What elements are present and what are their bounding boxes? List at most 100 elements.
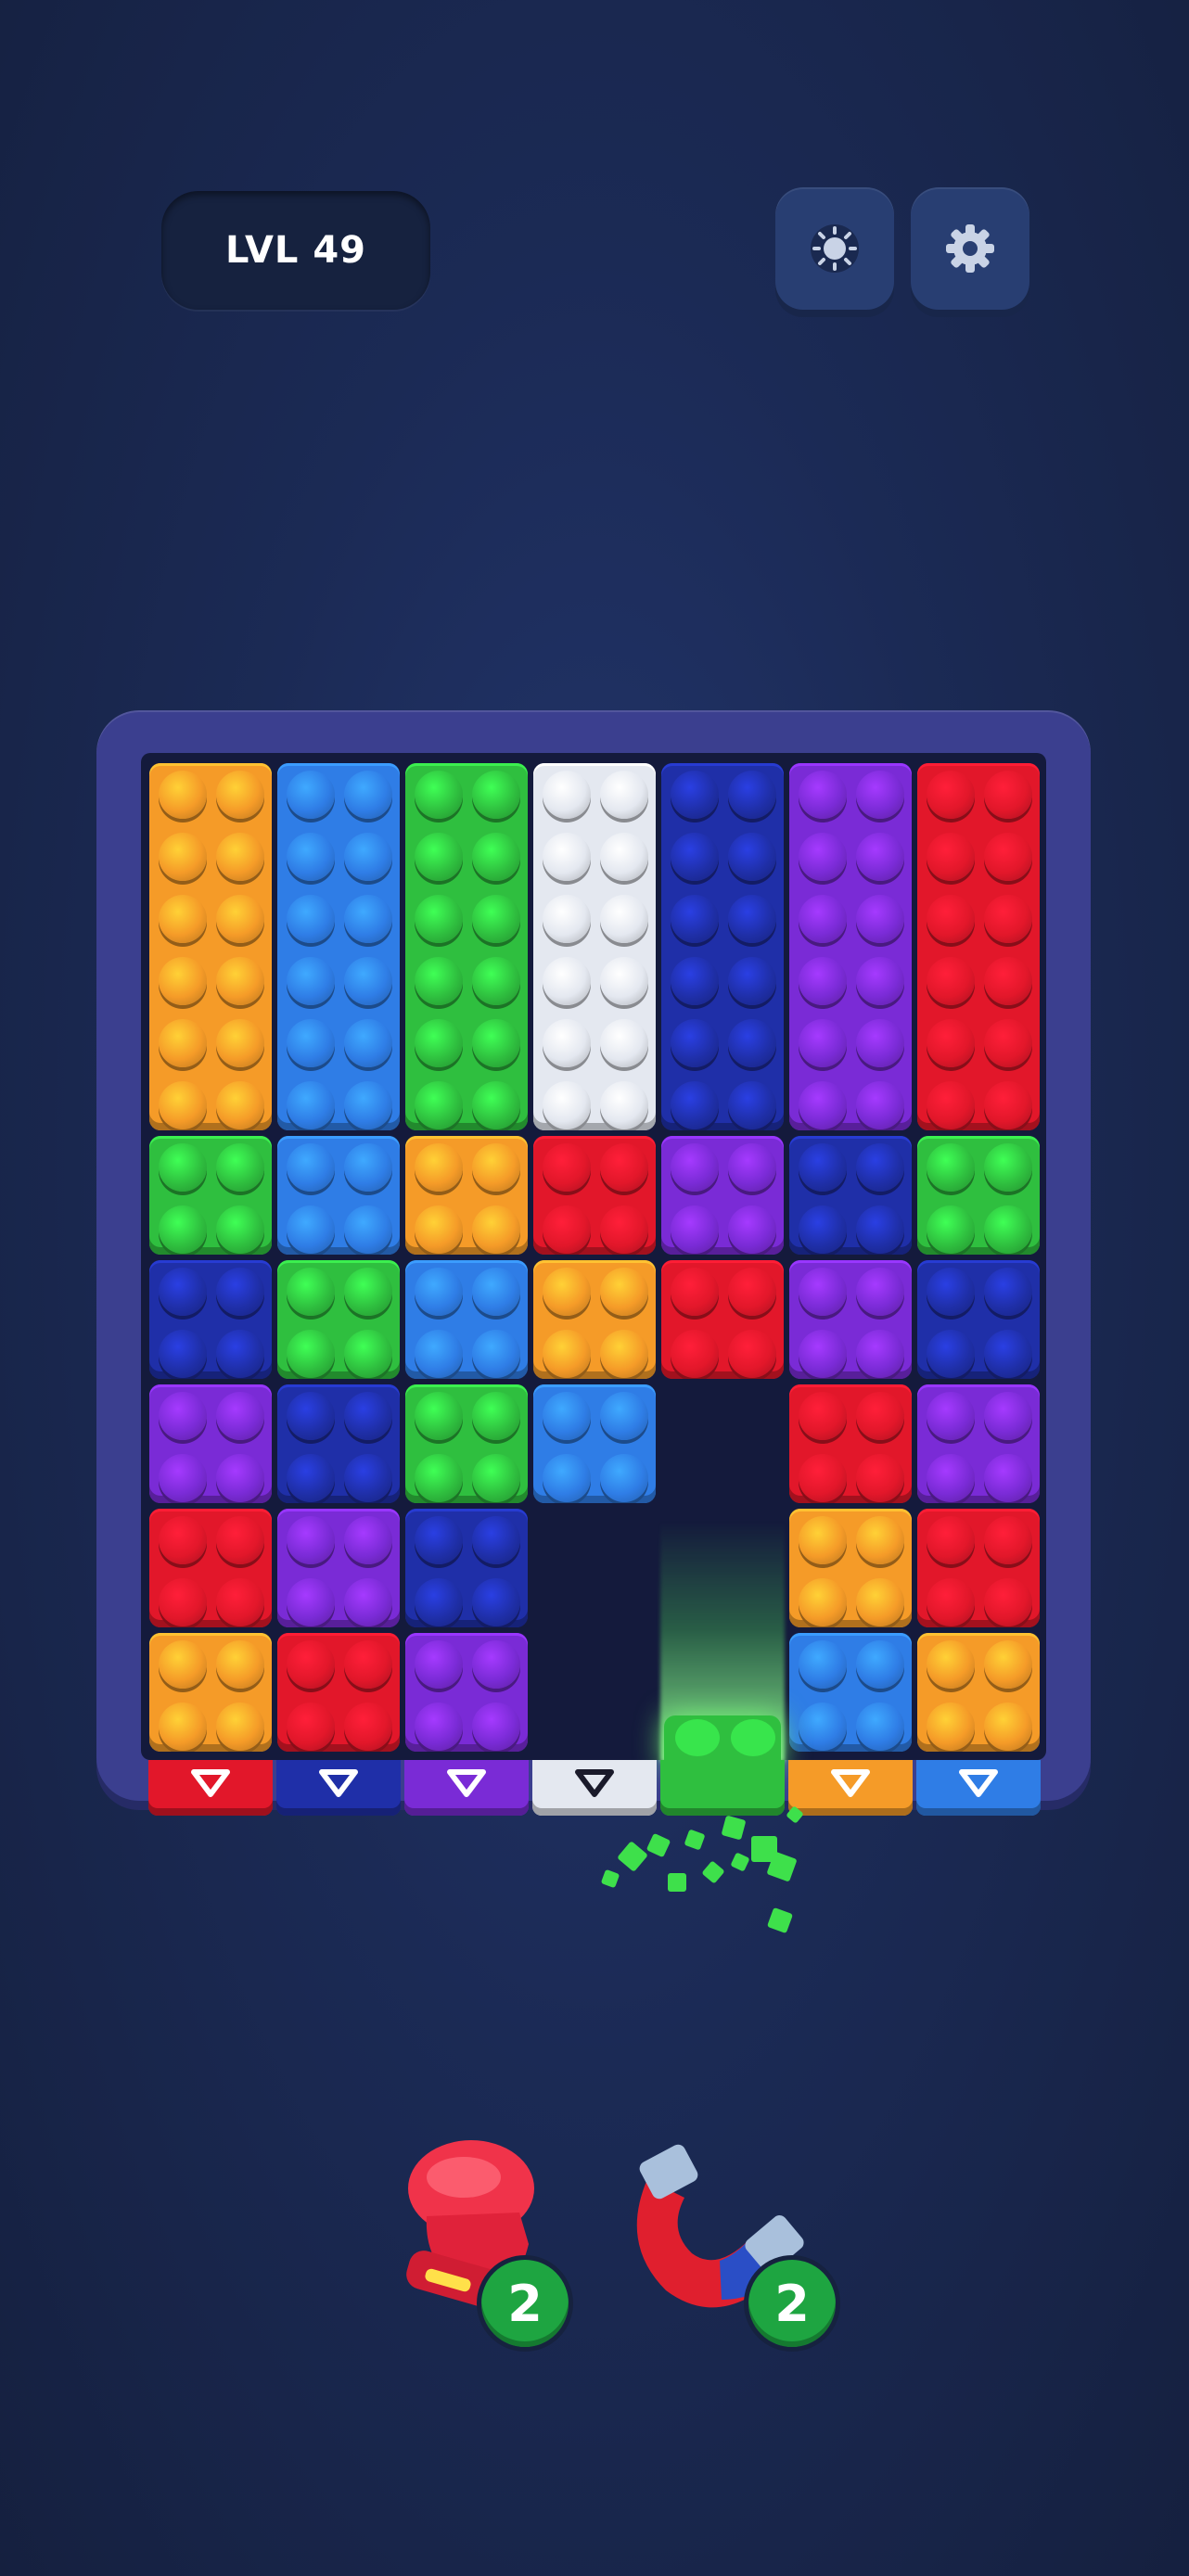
block-stud [799, 771, 847, 819]
block-navy[interactable] [661, 763, 784, 1130]
block-stud [799, 957, 847, 1005]
block-orange[interactable] [533, 1260, 656, 1379]
exit-gate-red [148, 1760, 273, 1816]
block-purple[interactable] [917, 1384, 1040, 1503]
block-stud [984, 1330, 1032, 1378]
block-blue[interactable] [277, 1136, 400, 1255]
debris-particle [721, 1815, 747, 1841]
debris-particle [701, 1860, 725, 1884]
block-stud [344, 1702, 392, 1751]
block-stud [344, 1516, 392, 1564]
block-red[interactable] [149, 1509, 272, 1627]
block-purple[interactable] [405, 1633, 528, 1752]
block-stud [984, 895, 1032, 943]
block-red[interactable] [661, 1260, 784, 1379]
block-stud [984, 1019, 1032, 1067]
block-red[interactable] [789, 1384, 912, 1503]
block-stud [472, 895, 520, 943]
block-green[interactable] [405, 1384, 528, 1503]
block-white[interactable] [533, 763, 656, 1130]
block-stud [799, 1578, 847, 1626]
block-stud [287, 1640, 335, 1689]
block-stud [216, 1454, 264, 1502]
block-navy[interactable] [917, 1260, 1040, 1379]
block-stud [216, 1143, 264, 1192]
block-green[interactable] [405, 763, 528, 1130]
block-stud [671, 1081, 719, 1129]
block-red[interactable] [917, 1509, 1040, 1627]
block-stud [543, 833, 591, 881]
block-green[interactable] [277, 1260, 400, 1379]
block-purple[interactable] [661, 1136, 784, 1255]
block-stud [984, 1081, 1032, 1129]
settings-button[interactable] [911, 187, 1029, 310]
block-stud [287, 1516, 335, 1564]
gear-icon [946, 224, 994, 273]
debris-particle [600, 1868, 620, 1889]
exit-gate-orange [788, 1760, 913, 1816]
block-stud [600, 895, 648, 943]
block-blue[interactable] [277, 763, 400, 1130]
block-blue[interactable] [789, 1633, 912, 1752]
block-blue[interactable] [533, 1384, 656, 1503]
block-stud [927, 1578, 975, 1626]
block-orange[interactable] [149, 763, 272, 1130]
debris-particle [730, 1852, 750, 1872]
block-stud [856, 1081, 904, 1129]
block-orange[interactable] [917, 1633, 1040, 1752]
block-stud [799, 1330, 847, 1378]
block-navy[interactable] [149, 1260, 272, 1379]
block-blue[interactable] [405, 1260, 528, 1379]
block-stud [415, 1081, 463, 1129]
block-purple[interactable] [149, 1384, 272, 1503]
block-stud [159, 1640, 207, 1689]
block-stud [472, 1205, 520, 1254]
block-red[interactable] [917, 763, 1040, 1130]
block-stud [927, 1268, 975, 1316]
block-stud [856, 957, 904, 1005]
block-purple[interactable] [789, 763, 912, 1130]
block-stud [799, 1081, 847, 1129]
block-stud [472, 833, 520, 881]
block-stud [984, 1702, 1032, 1751]
block-stud [728, 895, 776, 943]
block-purple[interactable] [277, 1509, 400, 1627]
block-stud [984, 771, 1032, 819]
block-stud [543, 1454, 591, 1502]
block-orange[interactable] [789, 1509, 912, 1627]
block-stud [600, 1392, 648, 1440]
block-stud [543, 771, 591, 819]
block-stud [799, 1143, 847, 1192]
block-stud [216, 1578, 264, 1626]
block-stud [671, 771, 719, 819]
block-red[interactable] [533, 1136, 656, 1255]
block-green[interactable] [149, 1136, 272, 1255]
block-stud [856, 1392, 904, 1440]
block-stud [415, 1143, 463, 1192]
block-stud [799, 1640, 847, 1689]
block-stud [984, 1454, 1032, 1502]
block-orange[interactable] [405, 1136, 528, 1255]
block-navy[interactable] [277, 1384, 400, 1503]
block-stud [344, 833, 392, 881]
block-green[interactable] [917, 1136, 1040, 1255]
block-stud [287, 957, 335, 1005]
block-stud [216, 1330, 264, 1378]
exit-gate-purple [404, 1760, 529, 1816]
block-stud [984, 1516, 1032, 1564]
block-grid [0, 0, 1189, 2576]
block-navy[interactable] [405, 1509, 528, 1627]
block-stud [472, 1019, 520, 1067]
block-stud [344, 1081, 392, 1129]
block-red[interactable] [277, 1633, 400, 1752]
block-purple[interactable] [789, 1260, 912, 1379]
block-orange[interactable] [149, 1633, 272, 1752]
block-stud [216, 771, 264, 819]
block-stud [344, 1205, 392, 1254]
block-stud [543, 895, 591, 943]
block-stud [927, 1081, 975, 1129]
block-stud [856, 1454, 904, 1502]
down-arrow-icon [575, 1769, 614, 1797]
block-navy[interactable] [789, 1136, 912, 1255]
theme-button[interactable] [775, 187, 894, 310]
